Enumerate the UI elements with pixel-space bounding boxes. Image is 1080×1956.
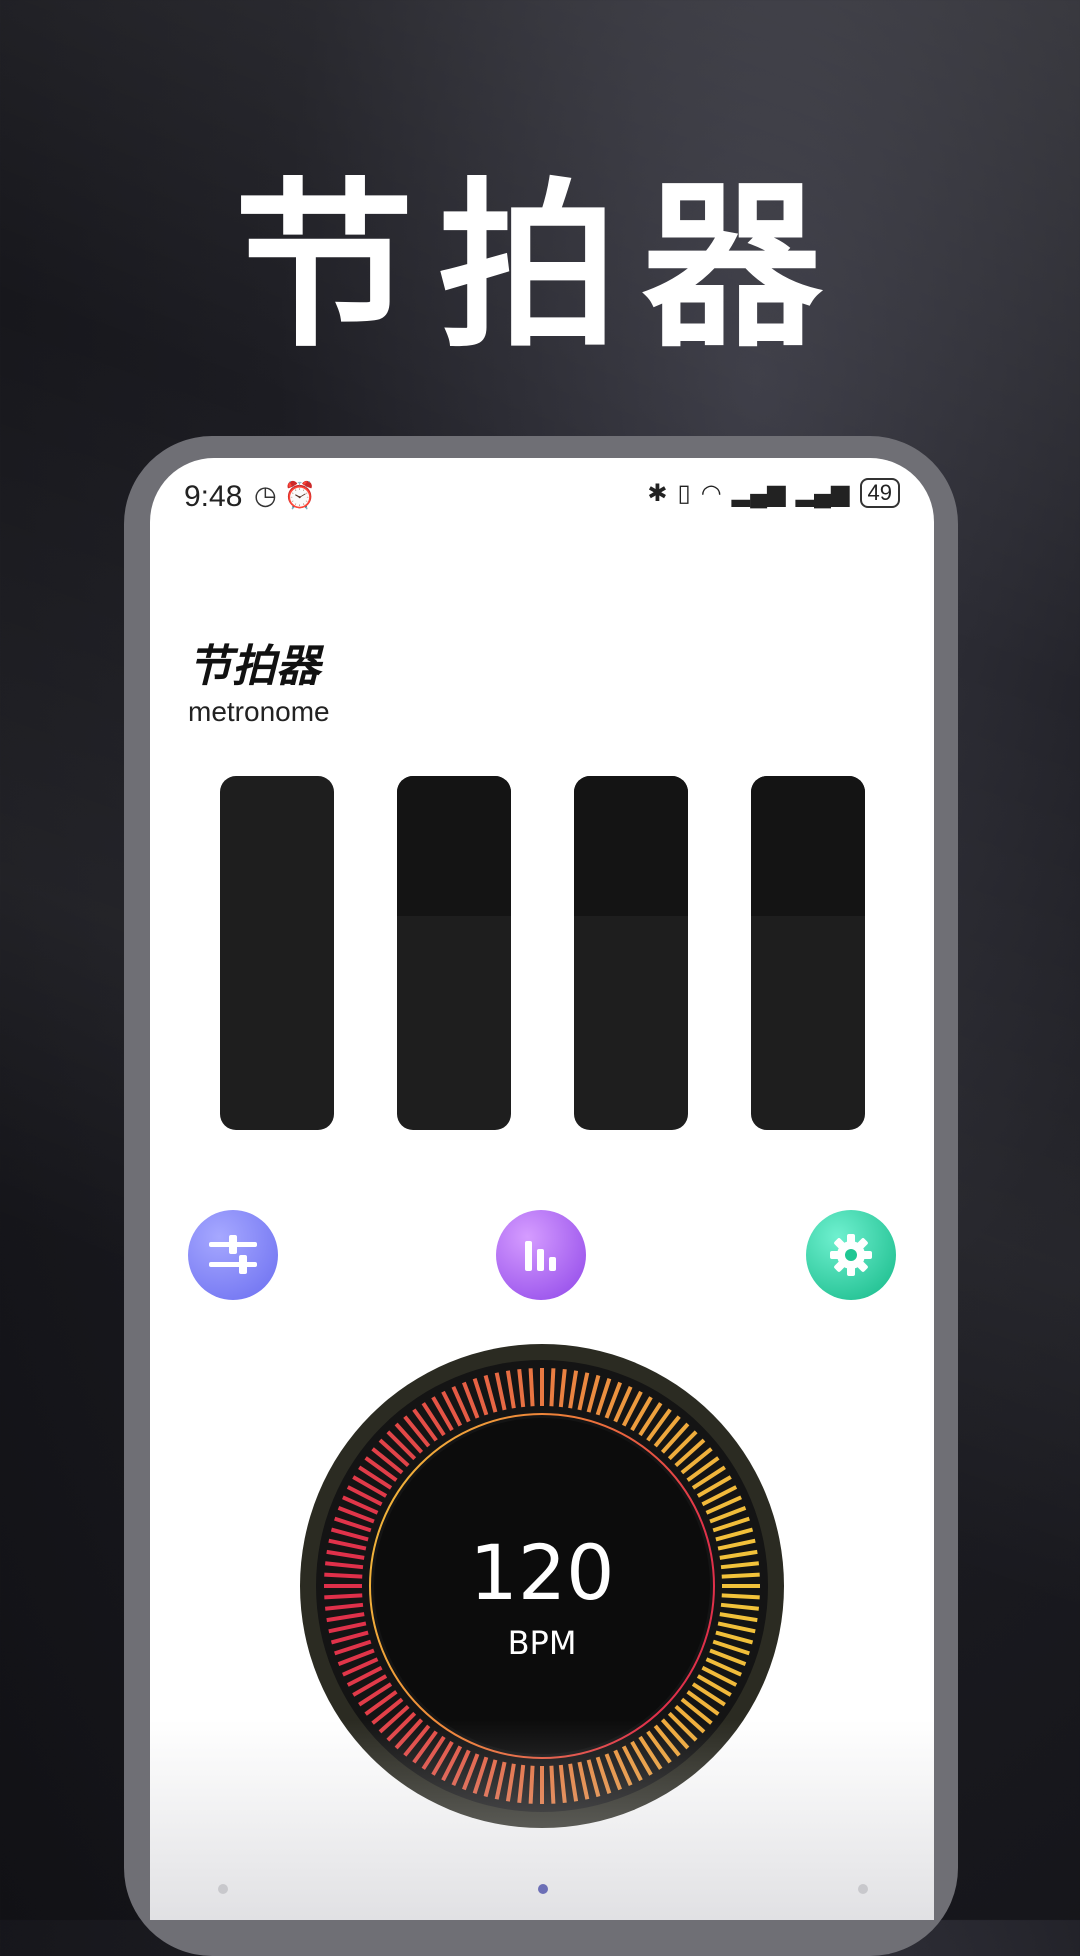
battery-indicator: 49 (859, 478, 900, 508)
app-subtitle: metronome (188, 696, 330, 727)
bpm-unit: BPM (507, 1624, 577, 1662)
status-bar: 9:48 ◷ ⏰ ✱ ▯ ◠ ▂▄▆ ▂▄▆ 49 (150, 458, 934, 536)
beat-block-4[interactable] (751, 776, 865, 1130)
status-right-icons: ✱ ▯ ◠ ▂▄▆ ▂▄▆ 49 (647, 478, 900, 508)
promo-title: 节拍器 (233, 163, 846, 372)
dial-tick (528, 1368, 535, 1407)
gear-icon (830, 1234, 872, 1276)
settings-button[interactable] (806, 1210, 896, 1300)
dial-tick (549, 1368, 556, 1407)
wifi-icon: ◠ (700, 479, 722, 507)
beat-block-3[interactable] (574, 776, 688, 1130)
beat-block-1[interactable] (220, 776, 334, 1130)
beat-block-shade (751, 776, 865, 916)
signal-4g-icon: ▂▄▆ (731, 479, 786, 507)
pager-dot-3[interactable] (858, 1884, 868, 1894)
bluetooth-icon: ✱ (647, 479, 668, 507)
bar-chart-icon (525, 1241, 556, 1271)
pager-dot-2[interactable] (538, 1884, 548, 1894)
stats-button[interactable] (496, 1210, 586, 1300)
vibrate-icon: ▯ (677, 479, 691, 507)
status-left-icons: ◷ ⏰ (254, 480, 316, 511)
app-title: 节拍器 (188, 641, 320, 692)
beat-block-2[interactable] (397, 776, 511, 1130)
mixer-button[interactable] (188, 1210, 278, 1300)
signal-5g-icon: ▂▄▆ (795, 479, 850, 507)
beat-block-shade (397, 776, 511, 916)
status-time: 9:48 (184, 480, 243, 513)
beat-block-shade (574, 776, 688, 916)
sliders-icon (209, 1235, 257, 1274)
alarm-icon: ⏰ (283, 480, 317, 510)
clock-badge-icon: ◷ (254, 480, 277, 510)
pager-dot-1[interactable] (218, 1884, 228, 1894)
bpm-value: 120 (469, 1528, 615, 1617)
phone-screen: 9:48 ◷ ⏰ ✱ ▯ ◠ ▂▄▆ ▂▄▆ 49 节拍器 metronome (150, 458, 934, 1920)
